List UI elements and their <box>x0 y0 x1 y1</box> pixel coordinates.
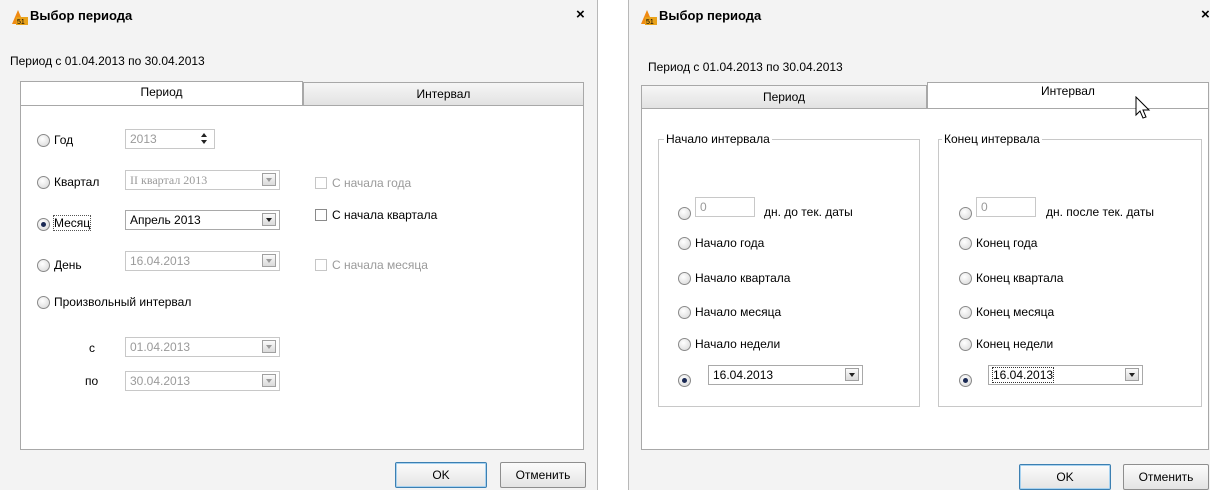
spinner-arrows-icon[interactable] <box>199 132 211 146</box>
svg-text:51: 51 <box>646 19 654 25</box>
tab-period[interactable]: Период <box>641 85 927 109</box>
checkbox-from-quarter-start[interactable] <box>315 209 327 221</box>
custom-to-value: 30.04.2013 <box>130 374 191 388</box>
label-month-end: Конец месяца <box>976 305 1055 319</box>
period-dialog-left: 51 Выбор периода × Период с 01.04.2013 п… <box>0 0 598 490</box>
label-custom-interval: Произвольный интервал <box>54 295 192 309</box>
radio-month-start[interactable] <box>678 306 691 319</box>
title-bar[interactable]: 51 Выбор периода × <box>629 0 1210 30</box>
tab-period[interactable]: Период <box>20 81 303 107</box>
chevron-down-icon[interactable] <box>262 213 276 226</box>
app-icon: 51 <box>12 10 28 25</box>
label-month: Месяц <box>52 215 92 231</box>
close-icon[interactable]: × <box>576 6 585 23</box>
period-summary: Период с 01.04.2013 по 30.04.2013 <box>10 54 205 68</box>
radio-week-end[interactable] <box>959 338 972 351</box>
label-from: с <box>89 341 95 355</box>
period-summary: Период с 01.04.2013 по 30.04.2013 <box>648 60 843 74</box>
end-date-field[interactable]: 16.04.2013 <box>988 365 1143 385</box>
radio-custom-interval[interactable] <box>37 296 50 309</box>
year-spinner[interactable]: 2013 <box>125 129 215 149</box>
custom-from-value: 01.04.2013 <box>130 340 191 354</box>
days-before-input[interactable]: 0 <box>695 197 755 217</box>
custom-from-date[interactable]: 01.04.2013 <box>125 337 280 357</box>
dialog-title: Выбор периода <box>30 8 133 23</box>
radio-month[interactable] <box>37 218 50 231</box>
radio-quarter-end[interactable] <box>959 272 972 285</box>
radio-quarter[interactable] <box>37 176 50 189</box>
radio-day[interactable] <box>37 259 50 272</box>
quarter-select[interactable]: II квартал 2013 <box>125 170 280 190</box>
label-month-start: Начало месяца <box>695 305 782 319</box>
app-icon: 51 <box>641 10 657 25</box>
radio-year-end[interactable] <box>959 237 972 250</box>
days-after-value: 0 <box>981 200 988 214</box>
dialog-title: Выбор периода <box>659 8 762 23</box>
chevron-down-icon[interactable] <box>1125 368 1139 381</box>
month-select[interactable]: Апрель 2013 <box>125 210 280 230</box>
end-date-value: 16.04.2013 <box>991 367 1055 383</box>
month-value: Апрель 2013 <box>130 213 201 227</box>
radio-quarter-start[interactable] <box>678 272 691 285</box>
cancel-button[interactable]: Отменить <box>500 462 586 488</box>
label-from-month-start: С начала месяца <box>332 258 428 272</box>
chevron-down-icon[interactable] <box>262 374 276 387</box>
label-week-end: Конец недели <box>976 337 1054 351</box>
label-from-year-start: С начала года <box>332 176 412 190</box>
tab-interval[interactable]: Интервал <box>303 82 584 106</box>
period-dialog-right: 51 Выбор периода × Период с 01.04.2013 п… <box>628 0 1210 490</box>
radio-year-start[interactable] <box>678 237 691 250</box>
start-date-field[interactable]: 16.04.2013 <box>708 365 863 385</box>
quarter-value: II квартал 2013 <box>130 173 208 187</box>
group-label-end: Конец интервала <box>942 132 1042 146</box>
title-bar[interactable]: 51 Выбор периода × <box>0 0 597 30</box>
cancel-button[interactable]: Отменить <box>1123 464 1209 490</box>
checkbox-from-month-start[interactable] <box>315 259 327 271</box>
svg-text:51: 51 <box>17 19 25 25</box>
chevron-down-icon[interactable] <box>262 173 276 186</box>
chevron-down-icon[interactable] <box>262 340 276 353</box>
label-to: по <box>85 374 99 388</box>
ok-button[interactable]: OK <box>1019 464 1111 490</box>
day-date-field[interactable]: 16.04.2013 <box>125 251 280 271</box>
group-label-start: Начало интервала <box>664 132 772 146</box>
tab-panel-interval: Начало интервала 0 дн. до тек. даты Нача… <box>641 108 1209 450</box>
radio-days-before[interactable] <box>678 207 691 220</box>
label-quarter-end: Конец квартала <box>976 271 1064 285</box>
chevron-down-icon[interactable] <box>845 368 859 381</box>
days-after-input[interactable]: 0 <box>976 197 1036 217</box>
radio-days-after[interactable] <box>959 207 972 220</box>
radio-week-start[interactable] <box>678 338 691 351</box>
days-before-value: 0 <box>700 200 707 214</box>
custom-to-date[interactable]: 30.04.2013 <box>125 371 280 391</box>
label-year-end: Конец года <box>976 236 1038 250</box>
day-value: 16.04.2013 <box>130 254 191 268</box>
tab-interval[interactable]: Интервал <box>927 82 1209 108</box>
checkbox-from-year-start[interactable] <box>315 177 327 189</box>
label-week-start: Начало недели <box>695 337 781 351</box>
label-year: Год <box>54 133 74 147</box>
label-days-after: дн. после тек. даты <box>1046 205 1154 219</box>
label-day: День <box>54 258 82 272</box>
label-year-start: Начало года <box>695 236 765 250</box>
year-value: 2013 <box>130 132 157 146</box>
label-quarter: Квартал <box>54 175 100 189</box>
cursor-arrow-icon <box>1135 96 1151 119</box>
chevron-down-icon[interactable] <box>262 254 276 267</box>
label-days-before: дн. до тек. даты <box>764 205 853 219</box>
tab-panel-period: Год 2013 Квартал II квартал 2013 С начал… <box>20 105 584 450</box>
radio-year[interactable] <box>37 134 50 147</box>
start-date-value: 16.04.2013 <box>713 368 774 382</box>
radio-month-end[interactable] <box>959 306 972 319</box>
label-from-quarter-start: С начала квартала <box>332 208 438 222</box>
ok-button[interactable]: OK <box>395 462 487 488</box>
label-quarter-start: Начало квартала <box>695 271 791 285</box>
radio-end-date[interactable] <box>959 374 972 387</box>
close-icon[interactable]: × <box>1201 6 1210 23</box>
radio-start-date[interactable] <box>678 374 691 387</box>
